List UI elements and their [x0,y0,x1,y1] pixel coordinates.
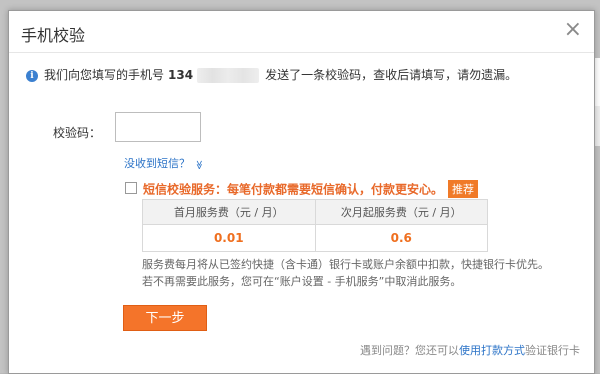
verification-code-label: 校验码： [53,126,102,140]
chevron-down-icon: ≫ [193,160,204,170]
fee-table: 首月服务费（元 / 月） 次月起服务费（元 / 月） 0.01 0.6 [142,199,488,252]
help-footer: 遇到问题？您还可以使用打款方式验证银行卡 [360,342,580,358]
not-received-sms-link[interactable]: 没收到短信？ ≫ [124,155,203,171]
info-text-after: 发送了一条校验码，查收后请填写，请勿遗漏。 [265,68,518,82]
next-step-button[interactable]: 下一步 [123,305,207,331]
cancel-service-description-line: 若不再需要此服务，您可在“账户设置 - 手机服务”中取消此服务。 [142,275,462,288]
recommend-badge: 推荐 [448,180,479,198]
fee-header-row: 首月服务费（元 / 月） 次月起服务费（元 / 月） [142,199,488,225]
info-icon: i [26,69,38,82]
dialog-header: 手机校验 × [9,11,594,53]
phone-number-masked [197,68,260,83]
sms-service-row: 短信校验服务：每笔付款都需要短信确认，付款更安心。 推荐 [125,180,479,198]
use-remittance-method-link[interactable]: 使用打款方式 [459,344,525,357]
info-text-before: 我们向您填写的手机号 [44,68,165,82]
footer-text-after: 验证银行卡 [525,344,580,357]
sms-service-checkbox[interactable] [125,182,137,194]
fee-value-row: 0.01 0.6 [142,224,488,252]
not-received-text: 没收到短信？ [124,157,190,170]
fee-description-line: 服务费每月将从已签约快捷（含卡通）银行卡或账户余额中扣款，快捷银行卡优先。 [142,258,549,271]
info-message: i 我们向您填写的手机号 134 发送了一条校验码，查收后请填写，请勿遗漏。 [26,66,517,83]
sms-service-text: 短信校验服务：每笔付款都需要短信确认，付款更安心。 [143,182,444,197]
first-month-fee-header: 首月服务费（元 / 月） [142,199,316,225]
close-icon[interactable]: × [564,17,582,43]
verification-code-input[interactable] [115,112,201,142]
footer-text-before: 遇到问题？您还可以 [360,344,459,357]
phone-verification-dialog: 手机校验 × i 我们向您填写的手机号 134 发送了一条校验码，查收后请填写，请勿遗… [8,10,595,374]
phone-number-prefix: 134 [168,68,194,82]
first-month-fee-value: 0.01 [142,224,316,252]
next-month-fee-value: 0.6 [314,224,488,252]
next-month-fee-header: 次月起服务费（元 / 月） [314,199,488,225]
dialog-title: 手机校验 [21,26,86,45]
